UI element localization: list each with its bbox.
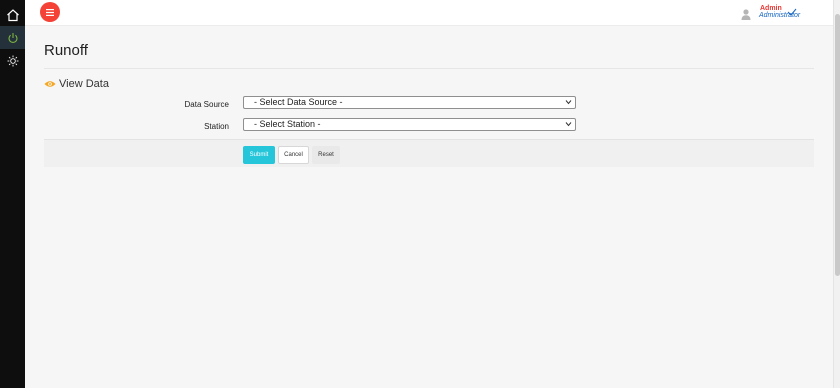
home-icon (6, 9, 19, 22)
reset-button[interactable]: Reset (312, 146, 340, 164)
sun-icon (7, 55, 18, 67)
submit-button[interactable]: Submit (243, 146, 275, 164)
station-value: - Select Station - (254, 119, 321, 129)
check-icon (787, 8, 797, 16)
hamburger-icon (46, 8, 54, 16)
divider (44, 68, 814, 69)
section-title: View Data (59, 78, 109, 90)
eye-icon (44, 81, 56, 87)
page-title: Runoff (44, 42, 88, 59)
power-icon (7, 32, 18, 43)
top-bar: Admin Administrator (25, 0, 833, 26)
user-avatar[interactable] (741, 7, 751, 25)
data-source-label: Data Source (184, 100, 229, 109)
station-select[interactable]: - Select Station - (243, 118, 576, 131)
sidebar-item-home[interactable] (0, 4, 25, 26)
menu-toggle-button[interactable] (40, 2, 60, 22)
sidebar (0, 0, 25, 388)
form-actions: Submit Cancel Reset (44, 139, 814, 167)
data-source-select[interactable]: - Select Data Source - (243, 96, 576, 109)
user-icon (741, 9, 751, 20)
cancel-button[interactable]: Cancel (278, 146, 309, 164)
section-header: View Data (44, 78, 109, 90)
user-name[interactable]: Admin (760, 5, 782, 12)
sidebar-item-power[interactable] (0, 26, 25, 49)
page-scrollbar[interactable] (833, 0, 840, 388)
data-source-value: - Select Data Source - (254, 97, 343, 107)
scrollbar-thumb[interactable] (835, 14, 840, 276)
sidebar-item-sun[interactable] (0, 50, 25, 72)
chevron-down-icon (565, 100, 572, 105)
station-label: Station (204, 122, 229, 131)
chevron-down-icon (565, 122, 572, 127)
